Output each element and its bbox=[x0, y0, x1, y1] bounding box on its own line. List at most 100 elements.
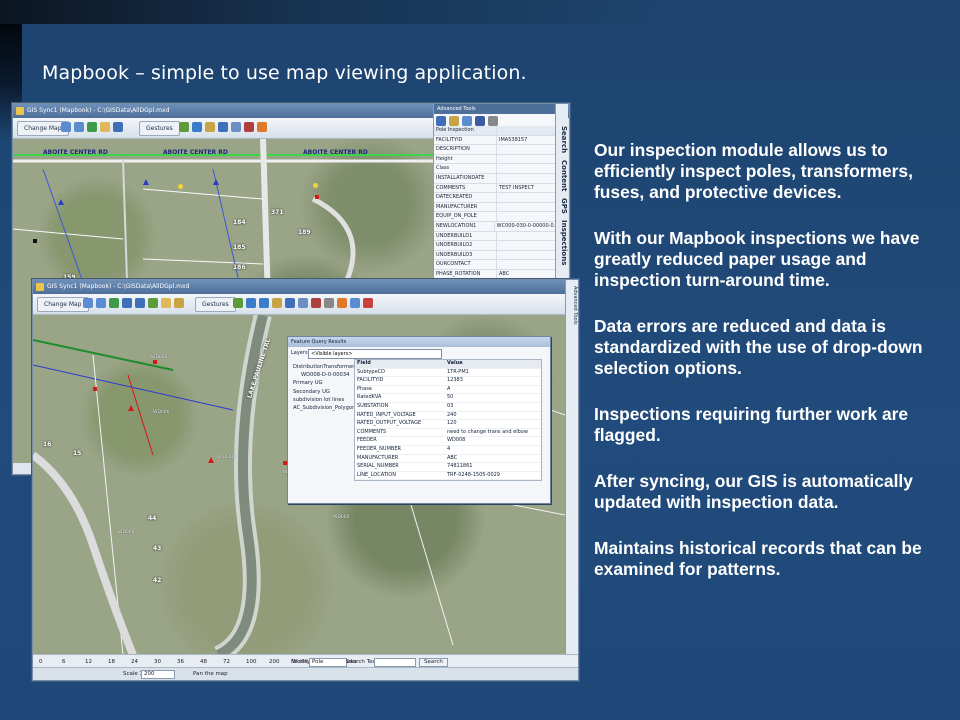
inspection-field-row[interactable]: Class bbox=[434, 164, 556, 174]
inspection-field-row[interactable]: OURCONTACT bbox=[434, 260, 556, 270]
redline-icon[interactable] bbox=[337, 298, 347, 308]
inspection-field-row[interactable]: FACILITYID IMA538157 bbox=[434, 135, 556, 146]
identify-icon[interactable] bbox=[233, 298, 243, 308]
bookmark-icon[interactable] bbox=[311, 298, 321, 308]
pole-marker[interactable] bbox=[208, 457, 214, 463]
print-icon[interactable] bbox=[488, 116, 498, 126]
disk-icon[interactable] bbox=[475, 116, 485, 126]
search-button[interactable]: Search bbox=[419, 658, 448, 667]
field-value[interactable] bbox=[497, 241, 499, 250]
gestures-button[interactable]: Gestures bbox=[139, 121, 180, 136]
find-icon[interactable] bbox=[259, 298, 269, 308]
field-value[interactable] bbox=[497, 174, 499, 183]
transformer-marker[interactable] bbox=[315, 195, 319, 199]
inspection-field-row[interactable]: DESCRIPTION bbox=[434, 145, 556, 155]
inspection-field-row[interactable]: UNDERBUILD2 bbox=[434, 241, 556, 251]
attribute-row[interactable]: RATED_INPUT_VOLTAGE 240 bbox=[355, 412, 541, 421]
attribute-row[interactable]: SERIAL_NUMBER 74811861 bbox=[355, 463, 541, 472]
pan-hand-icon[interactable] bbox=[100, 122, 110, 132]
back-arrow-icon[interactable] bbox=[113, 122, 123, 132]
inspection-field-row[interactable]: MANUFACTURER bbox=[434, 202, 556, 213]
field-value[interactable]: TEST INSPECT bbox=[497, 184, 534, 193]
tree-node[interactable]: AC_Subdivision_Polygon bbox=[291, 404, 361, 412]
layers-select[interactable]: <Visible layers> bbox=[308, 349, 442, 359]
edit-icon[interactable] bbox=[462, 116, 472, 126]
attach-icon[interactable] bbox=[324, 298, 334, 308]
field-value[interactable] bbox=[497, 212, 499, 221]
attribute-row[interactable]: RatedKVA 50 bbox=[355, 394, 541, 403]
globe-icon[interactable] bbox=[87, 122, 97, 132]
forward-icon[interactable] bbox=[135, 298, 145, 308]
pan-hand-icon[interactable] bbox=[161, 298, 171, 308]
measure-icon[interactable] bbox=[205, 122, 215, 132]
field-value[interactable] bbox=[497, 155, 499, 164]
tool-icon[interactable] bbox=[244, 122, 254, 132]
select-icon[interactable] bbox=[174, 298, 184, 308]
transformer-marker[interactable] bbox=[93, 387, 97, 391]
tab-search[interactable]: Search bbox=[556, 126, 568, 153]
attribute-row[interactable]: LINE_LOCATION TRF-0248-1505-0029 bbox=[355, 472, 541, 481]
transformer-marker[interactable] bbox=[153, 360, 157, 364]
attribute-row[interactable]: SubtypeCD 1TR-PM1 bbox=[355, 369, 541, 378]
advanced-tools-side-tab[interactable]: Advanced Tools bbox=[565, 280, 578, 666]
inspection-field-row[interactable]: UNDERBUILD3 bbox=[434, 250, 556, 261]
inspection-field-row[interactable]: DATECREATED bbox=[434, 193, 556, 203]
field-value[interactable]: ABC bbox=[497, 270, 509, 279]
field-value[interactable]: IMA538157 bbox=[497, 136, 527, 145]
zoom-out-icon[interactable] bbox=[96, 298, 106, 308]
tree-node[interactable]: subdivision lot lines bbox=[291, 396, 361, 404]
zoom-in-icon[interactable] bbox=[83, 298, 93, 308]
field-value[interactable]: WC000-030-0-00000-0... bbox=[495, 222, 556, 231]
tree-node[interactable]: WD008-D-0-00034 bbox=[291, 371, 361, 379]
search-input[interactable] bbox=[374, 658, 416, 667]
zoom-in-icon[interactable] bbox=[61, 122, 71, 132]
redline-icon[interactable] bbox=[257, 122, 267, 132]
inspection-field-row[interactable]: EQUIP_ON_POLE bbox=[434, 212, 556, 222]
back-icon[interactable] bbox=[122, 298, 132, 308]
inspection-field-row[interactable]: COMMENTS TEST INSPECT bbox=[434, 183, 556, 194]
transformer-marker[interactable] bbox=[33, 239, 37, 243]
inspection-field-row[interactable]: INSTALLATIONDATE bbox=[434, 173, 556, 184]
change-map-button[interactable]: Change Map bbox=[37, 297, 89, 312]
tab-content[interactable]: Content bbox=[556, 160, 568, 191]
save-icon[interactable] bbox=[436, 116, 446, 126]
attribute-row[interactable]: SUBSTATION 03 bbox=[355, 403, 541, 412]
attribute-row[interactable]: MANUFACTURER ABC bbox=[355, 455, 541, 464]
refresh-icon[interactable] bbox=[148, 298, 158, 308]
globe-icon[interactable] bbox=[109, 298, 119, 308]
zoom-out-icon[interactable] bbox=[74, 122, 84, 132]
layers-icon[interactable] bbox=[298, 298, 308, 308]
measure-icon[interactable] bbox=[272, 298, 282, 308]
fuse-marker[interactable] bbox=[313, 183, 318, 188]
layers-icon[interactable] bbox=[231, 122, 241, 132]
gps-icon[interactable] bbox=[285, 298, 295, 308]
tab-advanced-tools[interactable]: Advanced Tools bbox=[566, 286, 578, 325]
tab-gps[interactable]: GPS bbox=[556, 198, 568, 214]
pole-marker[interactable] bbox=[128, 405, 134, 411]
field-value[interactable] bbox=[497, 203, 499, 212]
pole-marker[interactable] bbox=[143, 179, 149, 185]
tree-node[interactable]: DistributionTransformer bbox=[291, 363, 361, 371]
field-value[interactable] bbox=[497, 251, 499, 260]
tree-node[interactable]: Primary UG bbox=[291, 379, 361, 387]
inspection-field-row[interactable]: UNDERBUILD1 bbox=[434, 231, 556, 242]
pole-marker[interactable] bbox=[213, 179, 219, 185]
field-value[interactable] bbox=[497, 164, 499, 173]
field-value[interactable] bbox=[497, 260, 499, 269]
pole-marker[interactable] bbox=[58, 199, 64, 205]
scale-value[interactable]: 200 bbox=[141, 670, 175, 679]
open-icon[interactable] bbox=[449, 116, 459, 126]
attribute-row[interactable]: FEEDER WD008 bbox=[355, 437, 541, 446]
info-icon[interactable] bbox=[246, 298, 256, 308]
inspection-field-row[interactable]: NEWLOCATION1 WC000-030-0-00000-0... bbox=[434, 221, 556, 232]
gestures-button[interactable]: Gestures bbox=[195, 297, 236, 312]
attribute-row[interactable]: RATED_OUTPUT_VOLTAGE 120 bbox=[355, 420, 541, 429]
attribute-row[interactable]: FEEDER_NUMBER 4 bbox=[355, 446, 541, 455]
attribute-row[interactable]: Phase A bbox=[355, 386, 541, 395]
inspection-field-row[interactable]: Height bbox=[434, 154, 556, 165]
identify-icon[interactable] bbox=[179, 122, 189, 132]
tab-inspections[interactable]: Inspections bbox=[556, 220, 568, 265]
help-icon[interactable] bbox=[363, 298, 373, 308]
fuse-marker[interactable] bbox=[178, 184, 183, 189]
settings-icon[interactable] bbox=[350, 298, 360, 308]
